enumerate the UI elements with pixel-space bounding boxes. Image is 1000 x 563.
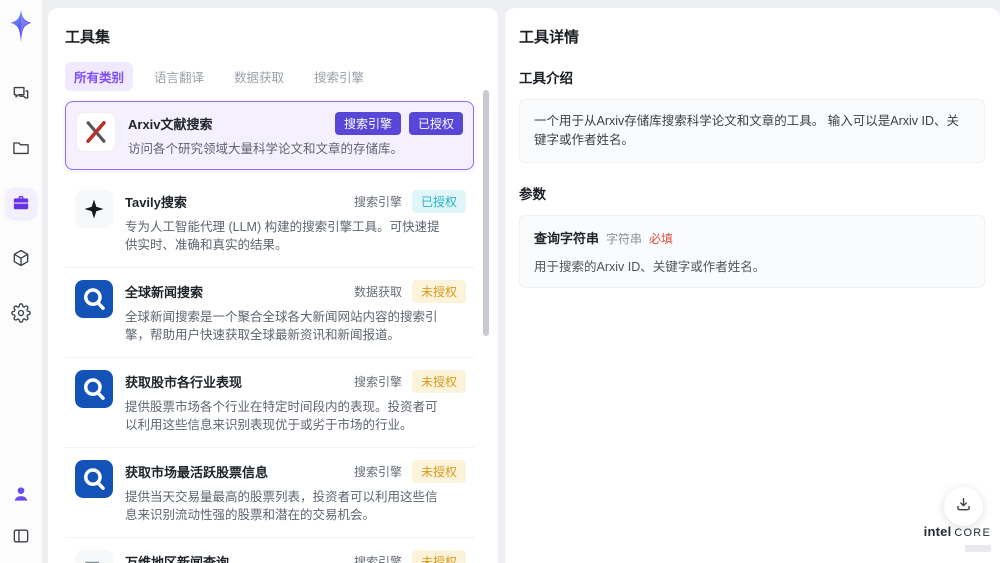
auth-badge: 已授权	[411, 189, 466, 213]
auth-badge: 未授权	[411, 459, 466, 483]
rail-nav	[6, 78, 36, 328]
category-tabs: 所有类别 语言翻译 数据获取 搜索引擎	[65, 62, 481, 91]
tab-all-categories[interactable]: 所有类别	[65, 62, 134, 91]
app-logo-icon	[7, 10, 35, 44]
category-badge: 搜索引擎	[353, 554, 402, 563]
auth-badge: 未授权	[411, 279, 466, 303]
rail-bottom	[6, 479, 36, 551]
tab-data-fetch[interactable]: 数据获取	[225, 62, 293, 91]
param-description: 用于搜索的Arxiv ID、关键字或作者姓名。	[534, 259, 766, 274]
intro-heading: 工具介绍	[519, 71, 573, 86]
param-name: 查询字符串	[534, 230, 600, 246]
tool-list: Arxiv文献搜索 搜索引擎 已授权 访问各个研究领域大量科学论文和文章的存储库…	[65, 101, 474, 563]
stock-search-icon	[75, 459, 113, 498]
auth-badge: 已授权	[408, 112, 463, 135]
tool-card-global-news[interactable]: 全球新闻搜索 数据获取 未授权 全球新闻搜索是一个聚合全球各大新闻网站内容的搜索…	[65, 266, 474, 357]
toolbox-icon[interactable]	[6, 188, 36, 218]
stock-search-icon	[75, 369, 113, 408]
package-icon[interactable]	[6, 243, 36, 273]
tool-description: 提供股票市场各个行业在特定时间段内的表现。投资者可以利用这些信息来识别表现优于或…	[125, 399, 438, 433]
tool-name: 获取市场最活跃股票信息	[125, 464, 269, 480]
tool-description: 专为人工智能代理 (LLM) 构建的搜索引擎工具。可快速提供实时、准确和真实的结…	[125, 219, 440, 253]
param-required-flag: 必填	[649, 231, 674, 246]
core-wordmark: CORE	[954, 527, 991, 539]
tools-panel-title: 工具集	[65, 29, 111, 46]
newspaper-icon	[75, 549, 113, 563]
param-item: 查询字符串 字符串 必填 用于搜索的Arxiv ID、关键字或作者姓名。	[519, 214, 985, 288]
tool-card-most-active-stocks[interactable]: 获取市场最活跃股票信息 搜索引擎 未授权 提供当天交易量最高的股票列表，投资者可…	[65, 446, 474, 537]
param-type: 字符串	[606, 231, 643, 246]
tool-name: 全球新闻搜索	[125, 284, 204, 300]
params-heading: 参数	[519, 186, 546, 202]
tool-name: Arxiv文献搜索	[128, 117, 213, 132]
category-badge: 数据获取	[353, 284, 402, 299]
user-icon[interactable]	[6, 479, 36, 509]
download-button[interactable]	[944, 487, 983, 526]
scrollbar-thumb[interactable]	[483, 90, 489, 336]
logo-sub-badge	[965, 545, 991, 552]
tool-card-regional-news[interactable]: 万维地区新闻查询 搜索引擎 未授权 查询具体行政区划内的新闻，快速了解各地新闻动	[65, 536, 474, 563]
tab-language-translation[interactable]: 语言翻译	[145, 62, 213, 91]
tools-panel: 工具集 所有类别 语言翻译 数据获取 搜索引擎 Arxiv文献搜索 搜索引擎 已…	[48, 8, 498, 563]
tool-name: 万维地区新闻查询	[125, 554, 230, 563]
arxiv-icon	[76, 112, 116, 152]
tool-details-panel: 工具详情 工具介绍 一个用于从Arxiv存储库搜索科学论文和文章的工具。 输入可…	[505, 8, 1000, 563]
tool-card-tavily[interactable]: Tavily搜索 搜索引擎 已授权 专为人工智能代理 (LLM) 构建的搜索引擎…	[65, 178, 474, 267]
tool-name: Tavily搜索	[125, 194, 187, 210]
auth-badge: 未授权	[411, 549, 466, 563]
tool-description: 全球新闻搜索是一个聚合全球各大新闻网站内容的搜索引擎，帮助用户快速获取全球最新资…	[125, 309, 438, 343]
chat-icon[interactable]	[6, 78, 36, 108]
details-panel-title: 工具详情	[519, 29, 580, 46]
global-news-icon	[75, 279, 113, 318]
category-badge: 搜索引擎	[334, 112, 401, 135]
panel-toggle-icon[interactable]	[6, 521, 36, 551]
settings-icon[interactable]	[6, 298, 36, 328]
tool-card-arxiv[interactable]: Arxiv文献搜索 搜索引擎 已授权 访问各个研究领域大量科学论文和文章的存储库…	[65, 101, 474, 170]
folder-icon[interactable]	[6, 133, 36, 163]
category-badge: 搜索引擎	[353, 194, 402, 209]
intro-text: 一个用于从Arxiv存储库搜索科学论文和文章的工具。 输入可以是Arxiv ID…	[534, 114, 960, 147]
tool-name: 获取股市各行业表现	[125, 374, 243, 390]
tavily-icon	[75, 189, 113, 228]
category-badge: 搜索引擎	[353, 464, 402, 479]
category-badge: 搜索引擎	[353, 374, 402, 389]
intel-wordmark: intel	[923, 524, 952, 539]
tool-description: 提供当天交易量最高的股票列表，投资者可以利用这些信息来识别流动性强的股票和潜在的…	[125, 489, 438, 523]
left-rail	[0, 0, 43, 563]
intel-core-logo: intel CORE	[924, 524, 991, 556]
intro-box: 一个用于从Arxiv存储库搜索科学论文和文章的工具。 输入可以是Arxiv ID…	[519, 99, 985, 163]
tool-description: 访问各个研究领域大量科学论文和文章的存储库。	[128, 142, 404, 156]
download-icon	[954, 495, 973, 519]
tool-card-sector-performance[interactable]: 获取股市各行业表现 搜索引擎 未授权 提供股票市场各个行业在特定时间段内的表现。…	[65, 356, 474, 447]
tab-search-engine[interactable]: 搜索引擎	[305, 62, 373, 91]
auth-badge: 未授权	[411, 369, 466, 393]
